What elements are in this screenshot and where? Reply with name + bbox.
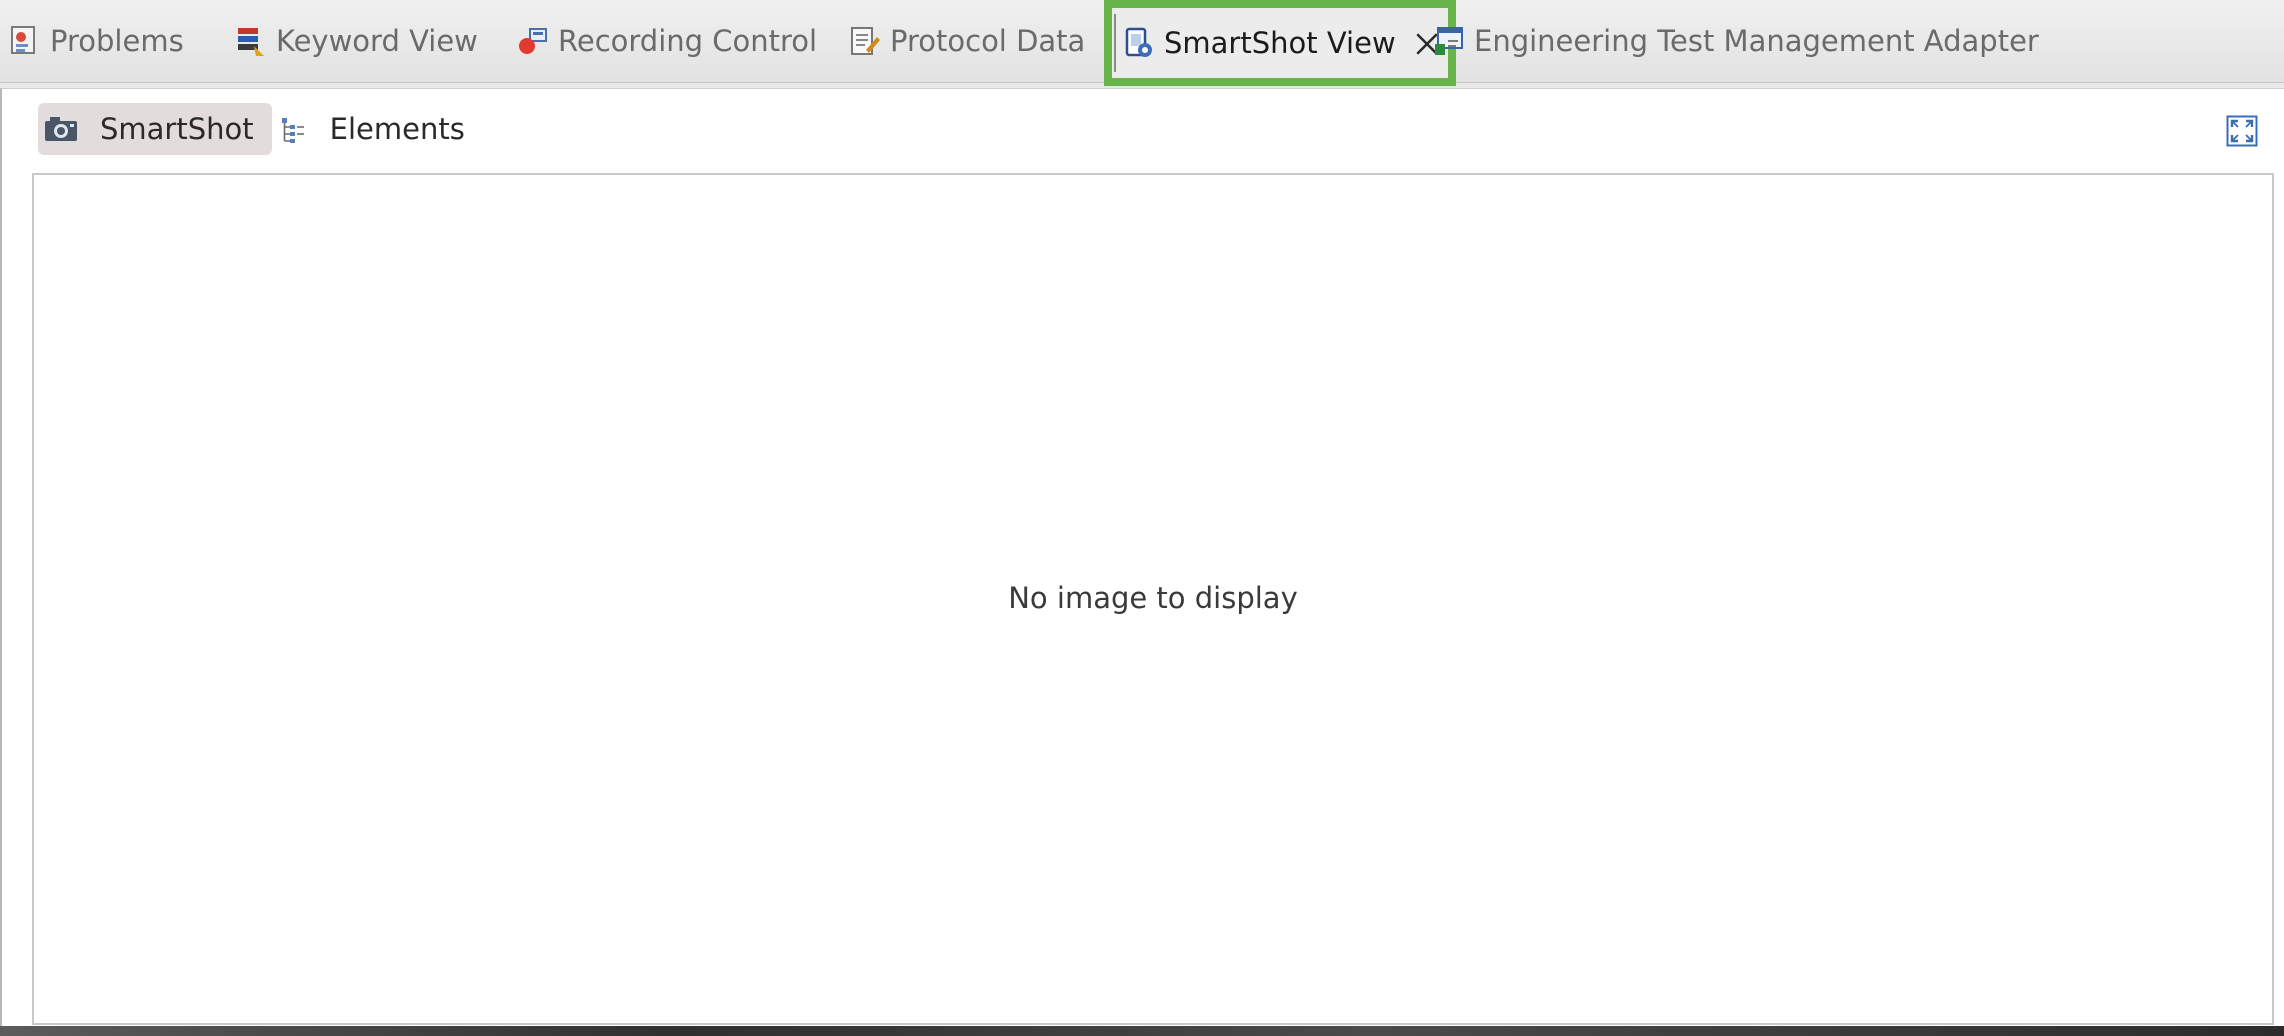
tab-protocol-data[interactable]: Protocol Data <box>850 14 1085 68</box>
etm-adapter-icon <box>1434 24 1464 58</box>
smartshot-view-window: Problems Keyword View Recording Control … <box>0 0 2284 1036</box>
smartshot-toggle-button[interactable]: SmartShot <box>38 103 272 155</box>
tab-label: Recording Control <box>558 24 818 58</box>
empty-state-message: No image to display <box>1008 581 1298 615</box>
keyword-view-icon <box>236 24 266 58</box>
problems-icon <box>10 24 40 58</box>
smartshot-view-icon <box>1124 26 1154 60</box>
tab-keyword-view[interactable]: Keyword View <box>236 14 478 68</box>
smartshot-panel: SmartShot Elements No image to display <box>0 88 2284 1027</box>
tab-smartshot-view[interactable]: SmartShot View <box>1104 0 1456 86</box>
elements-label: Elements <box>329 112 465 146</box>
tab-label: SmartShot View <box>1164 26 1396 60</box>
tab-label: Engineering Test Management Adapter <box>1474 24 2039 58</box>
smartshot-label: SmartShot <box>100 112 254 146</box>
smartshot-toolbar: SmartShot Elements <box>38 103 465 155</box>
recording-control-icon <box>518 24 548 58</box>
camera-icon <box>42 113 80 145</box>
tab-label: Problems <box>50 24 184 58</box>
tab-problems[interactable]: Problems <box>10 14 184 68</box>
view-tab-bar: Problems Keyword View Recording Control … <box>0 0 2284 86</box>
tab-label: Protocol Data <box>890 24 1086 58</box>
tree-structure-icon <box>280 113 306 145</box>
smartshot-image-canvas[interactable]: No image to display <box>32 173 2274 1025</box>
desktop-background-strip <box>0 1026 2284 1036</box>
tab-label: Keyword View <box>276 24 478 58</box>
tab-recording-control[interactable]: Recording Control <box>518 14 817 68</box>
maximize-icon[interactable] <box>2226 115 2258 147</box>
protocol-data-icon <box>850 24 880 58</box>
elements-toggle-button[interactable]: Elements <box>280 103 465 155</box>
tab-engineering-test-management-adapter[interactable]: Engineering Test Management Adapter <box>1434 14 2039 68</box>
